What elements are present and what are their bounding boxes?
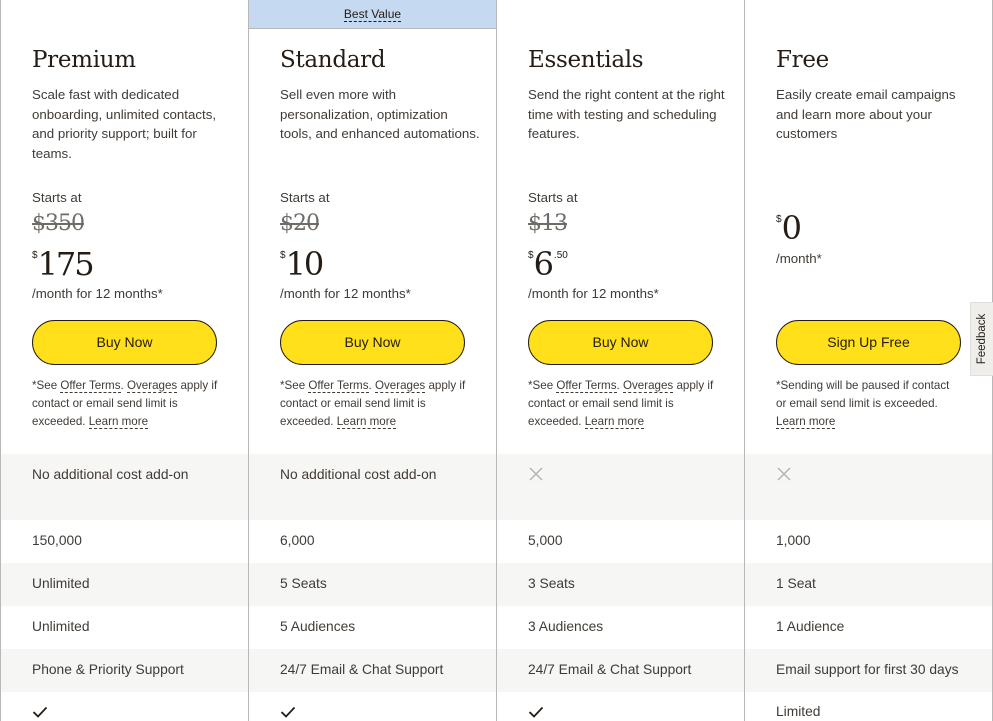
fine-print: *See Offer Terms. Overages apply if cont… xyxy=(280,377,480,431)
sign-up-free-button[interactable]: Sign Up Free xyxy=(776,320,961,365)
plan-name: Premium xyxy=(32,47,136,73)
price-amount: 175 xyxy=(37,245,95,283)
feature-cell: 5,000 xyxy=(528,533,563,548)
starts-at-label: Starts at xyxy=(528,190,578,205)
offer-terms-link[interactable]: Offer Terms xyxy=(60,379,121,393)
plan-name: Free xyxy=(776,47,829,73)
feature-cell: 6,000 xyxy=(280,533,315,548)
current-price: $10 xyxy=(280,244,480,284)
x-icon xyxy=(777,467,791,481)
feature-cell: 24/7 Email & Chat Support xyxy=(280,662,444,677)
feature-cell: 5 Seats xyxy=(280,576,327,591)
feature-cell: 5 Audiences xyxy=(280,619,356,634)
offer-terms-link[interactable]: Offer Terms xyxy=(308,379,369,393)
starts-at-label: Starts at xyxy=(32,190,82,205)
currency-symbol: $ xyxy=(528,250,534,261)
current-price: $0 xyxy=(776,208,976,248)
plan-name: Essentials xyxy=(528,47,644,73)
feature-cell: No additional cost add-on xyxy=(32,467,189,482)
feature-cell: 3 Audiences xyxy=(528,619,604,634)
overages-link[interactable]: Overages xyxy=(374,379,426,393)
offer-terms-link[interactable]: Offer Terms xyxy=(556,379,617,393)
overages-link[interactable]: Overages xyxy=(126,379,178,393)
original-price: $350 xyxy=(32,211,85,236)
billing-period: /month* xyxy=(776,251,822,266)
plan-card-essentials: Essentials Send the right content at the… xyxy=(496,0,744,454)
buy-now-button[interactable]: Buy Now xyxy=(528,320,713,365)
starts-at-label: Starts at xyxy=(280,190,330,205)
currency-symbol: $ xyxy=(776,214,782,225)
currency-symbol: $ xyxy=(280,250,286,261)
fine-print-text: . xyxy=(120,379,127,392)
feature-cell: 150,000 xyxy=(32,533,82,548)
check-icon xyxy=(32,706,48,718)
feature-cell: 3 Seats xyxy=(528,576,575,591)
current-price: $175 xyxy=(32,244,232,284)
original-price: $20 xyxy=(280,211,320,236)
feature-cell: 1 Audience xyxy=(776,619,845,634)
fine-print-text: . xyxy=(368,379,375,392)
learn-more-link[interactable]: Learn more xyxy=(336,415,397,429)
plan-description: Send the right content at the right time… xyxy=(528,87,725,142)
plan-description: Scale fast with dedicated onboarding, un… xyxy=(32,87,217,161)
fine-print-text: . xyxy=(616,379,623,392)
feature-cell: Email support for first 30 days xyxy=(776,662,959,677)
pricing-table: Best Value Premium Scale fast with dedic… xyxy=(0,0,993,721)
check-icon xyxy=(280,706,296,718)
plan-description: Easily create email campaigns and learn … xyxy=(776,87,956,142)
currency-symbol: $ xyxy=(32,250,38,261)
feature-cell: 1,000 xyxy=(776,533,811,548)
plan-name: Standard xyxy=(280,47,386,73)
feature-cell: 1 Seat xyxy=(776,576,816,591)
plan-card-premium: Premium Scale fast with dedicated onboar… xyxy=(0,0,248,454)
fine-print-text: *See xyxy=(528,379,557,392)
billing-period: /month for 12 months* xyxy=(32,286,163,301)
feature-cell: Phone & Priority Support xyxy=(32,662,184,677)
feature-cell: No additional cost add-on xyxy=(280,467,437,482)
fine-print: *See Offer Terms. Overages apply if cont… xyxy=(32,377,232,431)
price-cents: .50 xyxy=(553,250,568,261)
fine-print: *Sending will be paused if contact or em… xyxy=(776,377,951,431)
feedback-label[interactable]: Feedback xyxy=(976,314,988,365)
buy-now-button[interactable]: Buy Now xyxy=(32,320,217,365)
price-amount: 0 xyxy=(781,209,802,247)
learn-more-link[interactable]: Learn more xyxy=(88,415,149,429)
feature-cell: Limited xyxy=(776,704,821,719)
learn-more-link[interactable]: Learn more xyxy=(776,415,836,429)
feedback-tab[interactable]: Feedback xyxy=(970,302,993,376)
fine-print-text: *See xyxy=(280,379,309,392)
feature-cell: 24/7 Email & Chat Support xyxy=(528,662,692,677)
buy-now-button[interactable]: Buy Now xyxy=(280,320,465,365)
learn-more-link[interactable]: Learn more xyxy=(584,415,645,429)
plan-card-free: Free Easily create email campaigns and l… xyxy=(744,0,992,454)
fine-print-text: *Sending will be paused if contact or em… xyxy=(776,379,950,410)
current-price: $6.50 xyxy=(528,244,728,284)
original-price: $13 xyxy=(528,211,568,236)
billing-period: /month for 12 months* xyxy=(280,286,411,301)
x-icon xyxy=(529,467,543,481)
fine-print-text: *See xyxy=(32,379,61,392)
feature-cell: Unlimited xyxy=(32,619,90,634)
plan-card-standard: Standard Sell even more with personaliza… xyxy=(248,0,496,454)
check-icon xyxy=(528,706,544,718)
feature-cell: Unlimited xyxy=(32,576,90,591)
price-amount: 10 xyxy=(285,245,325,283)
plan-description: Sell even more with personalization, opt… xyxy=(280,87,480,142)
overages-link[interactable]: Overages xyxy=(622,379,674,393)
price-amount: 6 xyxy=(533,245,554,283)
billing-period: /month for 12 months* xyxy=(528,286,659,301)
fine-print: *See Offer Terms. Overages apply if cont… xyxy=(528,377,728,431)
